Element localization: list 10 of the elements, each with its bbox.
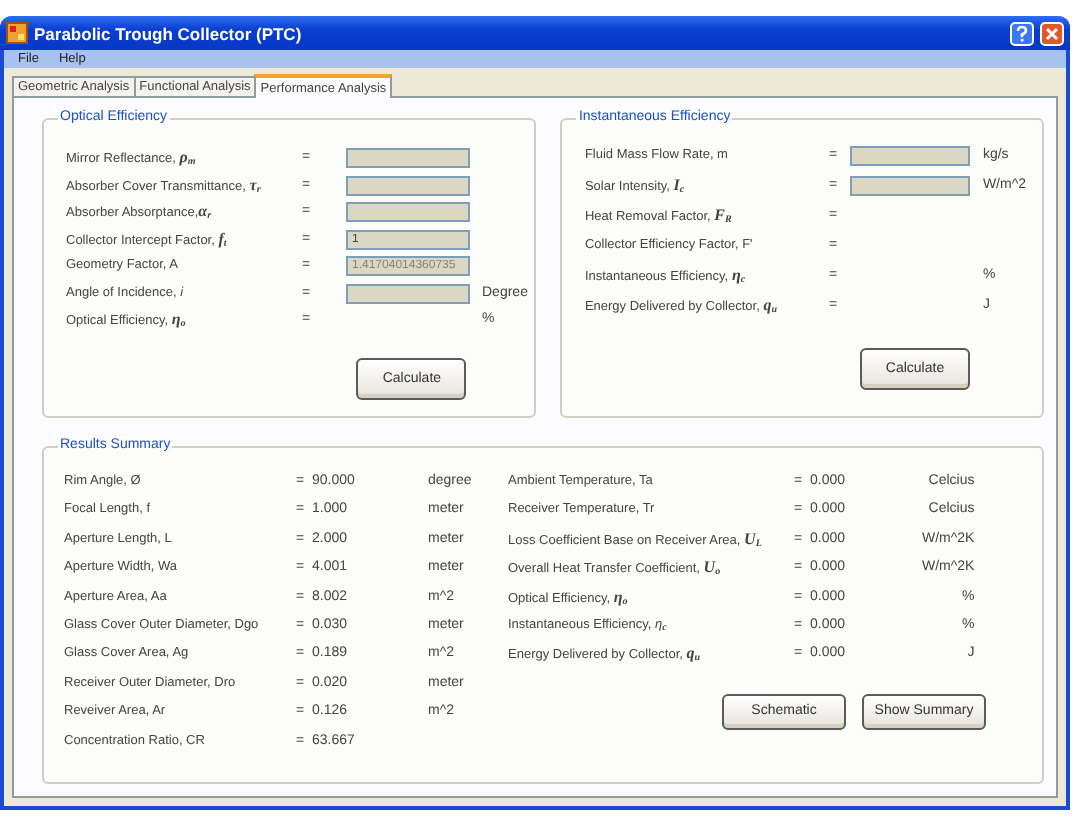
- input-field[interactable]: [346, 175, 470, 195]
- window-title: Parabolic Trough Collector (PTC): [34, 23, 304, 43]
- input-field[interactable]: [850, 146, 971, 166]
- help-icon[interactable]: [1010, 21, 1034, 45]
- input-field[interactable]: [346, 148, 470, 168]
- input-field[interactable]: [850, 176, 971, 196]
- close-icon[interactable]: [1040, 21, 1064, 45]
- app-icon: [6, 22, 28, 44]
- input-field[interactable]: [346, 283, 470, 303]
- input-field[interactable]: [346, 202, 470, 222]
